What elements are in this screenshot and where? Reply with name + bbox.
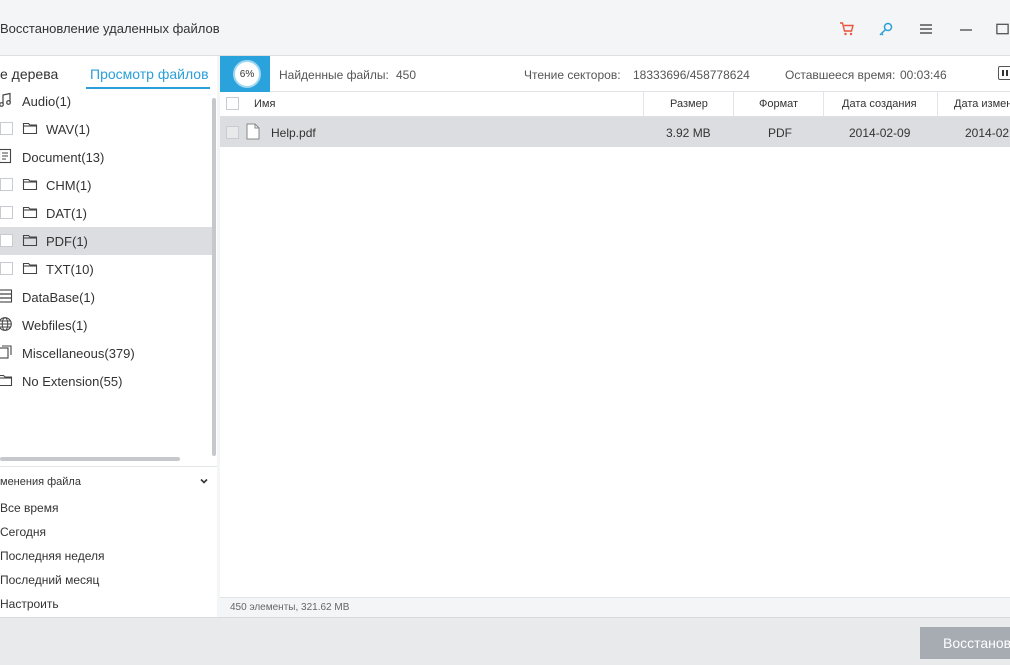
status-bar: 450 элементы, 321.62 MB <box>220 597 1010 617</box>
tree-item[interactable]: DataBase(1) <box>0 283 212 311</box>
sectors-value: 18333696/458778624 <box>633 68 750 82</box>
filter-option-last-week[interactable]: Последняя неделя <box>0 549 104 563</box>
row-created: 2014-02-09 <box>849 126 911 140</box>
folder-icon <box>0 372 13 388</box>
music-icon <box>0 92 13 108</box>
tree-item[interactable]: Document(13) <box>0 143 212 171</box>
active-tab-indicator <box>86 87 210 89</box>
tree-horizontal-scrollbar[interactable] <box>0 457 180 461</box>
recover-button[interactable]: Восстанов <box>920 627 1010 659</box>
tree-item[interactable]: TXT(10) <box>0 255 212 283</box>
row-format: PDF <box>768 126 792 140</box>
scan-progress-bar: 6% Найденные файлы: 450 Чтение секторов:… <box>220 56 1010 92</box>
folder-icon <box>22 260 38 276</box>
tree-item-label: DataBase(1) <box>22 290 95 305</box>
database-icon <box>0 288 13 304</box>
row-checkbox[interactable] <box>226 126 239 139</box>
tree-item-checkbox[interactable] <box>0 234 13 247</box>
tab-tree-view[interactable]: е дерева <box>0 66 58 82</box>
column-header-name[interactable]: Имя <box>220 92 644 117</box>
status-text: 450 элементы, 321.62 MB <box>230 602 350 613</box>
column-format-label: Формат <box>759 98 799 110</box>
tree-item-label: Audio(1) <box>22 94 72 109</box>
window-title: Восстановление удаленных файлов <box>0 21 220 36</box>
file-icon <box>246 123 260 140</box>
menu-icon[interactable] <box>917 20 935 38</box>
pause-icon[interactable] <box>998 66 1010 80</box>
row-modified: 2014-02 <box>965 126 1010 140</box>
tree-item-label: No Extension(55) <box>22 374 123 389</box>
maximize-icon[interactable] <box>995 20 1010 38</box>
column-header-format[interactable]: Формат <box>734 92 824 117</box>
column-size-label: Размер <box>670 98 708 110</box>
tree-item-label: PDF(1) <box>46 234 88 249</box>
column-header-created[interactable]: Дата создания <box>824 92 938 117</box>
sectors-label: Чтение секторов: <box>524 68 621 82</box>
tab-file-view[interactable]: Просмотр файлов <box>90 66 209 82</box>
tree-item-label: WAV(1) <box>46 122 91 137</box>
tree-item[interactable]: CHM(1) <box>0 171 212 199</box>
filter-option-today[interactable]: Сегодня <box>0 525 46 539</box>
progress-ring: 6% <box>233 60 261 88</box>
tree-item-checkbox[interactable] <box>0 262 13 275</box>
modified-date-filter: менения файла Все время Сегодня Последня… <box>0 466 217 617</box>
remaining-time-value: 00:03:46 <box>900 68 947 82</box>
table-header: Имя Размер Формат Дата создания Дата изм… <box>220 92 1010 117</box>
column-created-label: Дата создания <box>842 98 917 110</box>
file-list-panel: 6% Найденные файлы: 450 Чтение секторов:… <box>220 56 1010 617</box>
row-name: Help.pdf <box>271 126 316 140</box>
found-files-value: 450 <box>396 68 417 82</box>
filter-option-all-time[interactable]: Все время <box>0 501 58 515</box>
bottom-bar: Восстанов <box>0 617 1010 665</box>
tree-item[interactable]: PDF(1) <box>0 227 212 255</box>
column-header-size[interactable]: Размер <box>644 92 734 117</box>
tree-item-label: CHM(1) <box>46 178 92 193</box>
filter-title: менения файла <box>0 476 81 488</box>
view-tabs: е дерева Просмотр файлов <box>0 56 217 90</box>
scan-percent: 6% <box>239 68 255 80</box>
tree-vertical-scrollbar[interactable] <box>212 98 216 456</box>
key-icon[interactable] <box>877 20 895 38</box>
minimize-icon[interactable] <box>957 20 975 38</box>
tree-item[interactable]: WAV(1) <box>0 115 212 143</box>
column-modified-label: Дата измен <box>954 98 1010 110</box>
tree-item-label: DAT(1) <box>46 206 87 221</box>
filter-option-last-month[interactable]: Последний месяц <box>0 573 99 587</box>
folder-icon <box>22 120 38 136</box>
column-header-modified[interactable]: Дата измен <box>938 92 1010 117</box>
folder-icon <box>22 176 38 192</box>
tree-item-checkbox[interactable] <box>0 206 13 219</box>
tree-item-label: Miscellaneous(379) <box>22 346 135 361</box>
tree-item[interactable]: Webfiles(1) <box>0 311 212 339</box>
tree-item[interactable]: No Extension(55) <box>0 367 212 395</box>
row-size: 3.92 MB <box>666 126 711 140</box>
left-panel: е дерева Просмотр файлов Audio(1) WAV(1) D… <box>0 56 217 617</box>
file-type-tree: Audio(1) WAV(1) Document(13) CHM(1) DAT(1) PD… <box>0 90 212 464</box>
tree-item[interactable]: Miscellaneous(379) <box>0 339 212 367</box>
folder-icon <box>22 232 38 248</box>
cart-icon[interactable] <box>838 20 856 38</box>
tree-item-checkbox[interactable] <box>0 122 13 135</box>
found-files-label: Найденные файлы: <box>279 68 389 82</box>
column-name-label: Имя <box>254 98 276 110</box>
tree-item[interactable]: DAT(1) <box>0 199 212 227</box>
table-row[interactable]: Help.pdf 3.92 MB PDF 2014-02-09 2014-02 <box>220 117 1010 147</box>
folder-icon <box>22 204 38 220</box>
tree-item[interactable]: Audio(1) <box>0 90 212 115</box>
document-icon <box>0 148 13 164</box>
tree-item-checkbox[interactable] <box>0 178 13 191</box>
title-bar: Восстановление удаленных файлов <box>0 0 1010 56</box>
filter-option-custom[interactable]: Настроить <box>0 597 59 611</box>
tree-item-label: Webfiles(1) <box>22 318 88 333</box>
misc-icon <box>0 344 13 360</box>
tree-item-label: TXT(10) <box>46 262 94 277</box>
scan-progress-badge: 6% <box>220 56 270 92</box>
remaining-time-label: Оставшееся время: <box>785 68 896 82</box>
chevron-down-icon[interactable] <box>198 475 210 487</box>
tree-item-label: Document(13) <box>22 150 105 165</box>
globe-icon <box>0 316 13 332</box>
